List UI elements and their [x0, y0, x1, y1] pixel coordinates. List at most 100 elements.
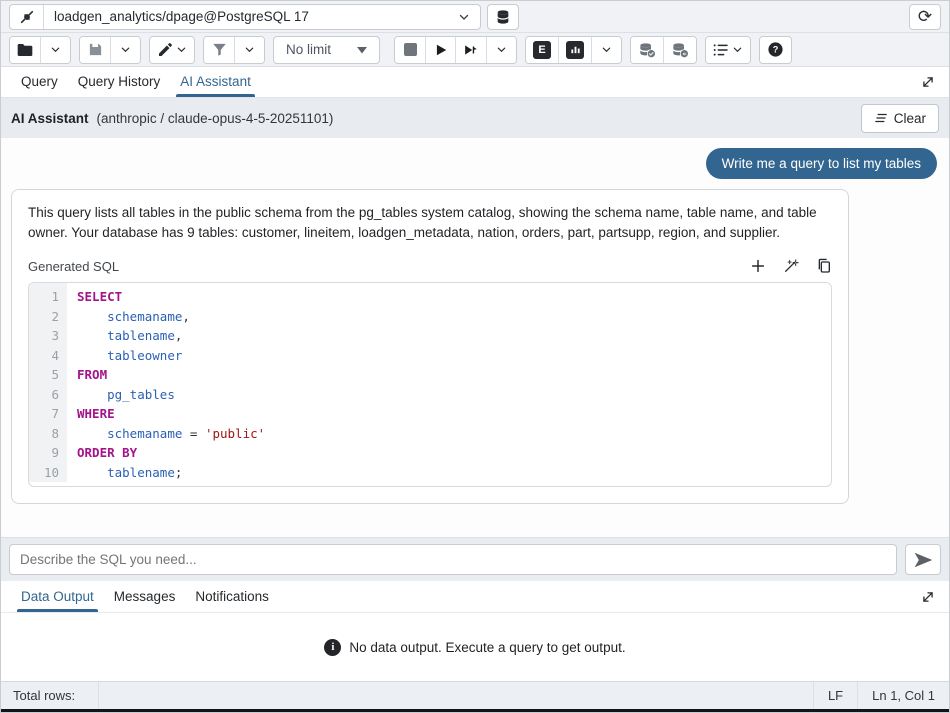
- line-number: 7: [29, 404, 67, 424]
- filter-icon: [212, 42, 227, 57]
- output-tabs: Data Output Messages Notifications: [1, 581, 949, 613]
- rollback-database-arrow-icon: [671, 42, 689, 58]
- chevron-down-icon: [176, 44, 187, 55]
- line-number: 1: [29, 287, 67, 307]
- explain-icon: E: [533, 41, 551, 59]
- execute-button[interactable]: [425, 37, 455, 63]
- magic-wand-icon[interactable]: [783, 258, 799, 274]
- reset-layout-button[interactable]: ⟳: [909, 4, 941, 30]
- rotate-refresh-icon: ⟳: [918, 8, 932, 25]
- status-bar: Total rows: LF Ln 1, Col 1: [1, 681, 949, 709]
- tab-query-history[interactable]: Query History: [68, 67, 171, 97]
- line-number: 9: [29, 443, 67, 463]
- execute-menu-button[interactable]: [486, 37, 516, 63]
- svg-text:?: ?: [773, 45, 779, 55]
- tab-messages[interactable]: Messages: [104, 582, 186, 612]
- sql-line: 5FROM: [29, 365, 831, 385]
- connection-plug-icon: [10, 5, 44, 29]
- help-icon: ?: [767, 41, 784, 58]
- commit-button[interactable]: [631, 37, 663, 63]
- filter-button[interactable]: [204, 37, 234, 63]
- play-cursor-icon: [463, 43, 479, 57]
- total-rows-label: Total rows:: [1, 682, 99, 709]
- line-number: 2: [29, 307, 67, 327]
- play-icon: [434, 43, 448, 57]
- line-number: 4: [29, 346, 67, 366]
- sql-line: 8 schemaname = 'public': [29, 424, 831, 444]
- empty-output-message: No data output. Execute a query to get o…: [349, 640, 625, 655]
- filter-menu-button[interactable]: [234, 37, 264, 63]
- clear-label: Clear: [894, 111, 926, 126]
- window-bottom-edge: [1, 709, 949, 712]
- sql-line: 6 pg_tables: [29, 385, 831, 405]
- row-limit-value: No limit: [286, 42, 331, 57]
- database-icon: [495, 9, 511, 25]
- send-icon: [914, 552, 932, 568]
- expand-panel-icon[interactable]: [921, 75, 939, 89]
- dropdown-triangle-icon: [357, 46, 367, 54]
- rollback-button[interactable]: [663, 37, 696, 63]
- eol-mode: LF: [813, 682, 857, 709]
- help-button[interactable]: ?: [760, 37, 791, 63]
- expand-output-icon[interactable]: [921, 590, 939, 604]
- open-file-menu-button[interactable]: [40, 37, 70, 63]
- generated-sql-label: Generated SQL: [28, 259, 119, 274]
- assistant-response-text: This query lists all tables in the publi…: [28, 203, 832, 243]
- prompt-row: [1, 537, 949, 581]
- explain-menu-button[interactable]: [591, 37, 621, 63]
- new-connection-button[interactable]: [487, 4, 519, 30]
- save-icon: [88, 42, 103, 57]
- cancel-query-button[interactable]: [395, 37, 425, 63]
- open-file-button[interactable]: [10, 37, 40, 63]
- explain-analyze-button[interactable]: [558, 37, 591, 63]
- line-number: 8: [29, 424, 67, 444]
- query-tool-tabs: Query Query History AI Assistant: [1, 67, 949, 98]
- send-button[interactable]: [905, 544, 941, 575]
- clear-button[interactable]: Clear: [861, 104, 939, 133]
- clear-icon: [874, 112, 888, 124]
- tab-data-output[interactable]: Data Output: [11, 582, 104, 612]
- line-number: 3: [29, 326, 67, 346]
- user-message-bubble: Write me a query to list my tables: [706, 148, 937, 179]
- explain-button[interactable]: E: [526, 37, 558, 63]
- sql-line: 1SELECT: [29, 283, 831, 307]
- save-button[interactable]: [80, 37, 110, 63]
- sql-code-block[interactable]: 1SELECT2 schemaname,3 tablename,4 tableo…: [28, 282, 832, 487]
- chevron-down-icon: [244, 44, 255, 55]
- execute-options-button[interactable]: [455, 37, 486, 63]
- ai-assistant-title: AI Assistant: [11, 111, 89, 126]
- row-limit-selector[interactable]: No limit: [273, 36, 380, 64]
- sql-line: 10 tablename;: [29, 463, 831, 487]
- query-toolbar: No limit E: [1, 33, 949, 67]
- data-output-panel: i No data output. Execute a query to get…: [1, 613, 949, 681]
- sql-code: 1SELECT2 schemaname,3 tablename,4 tableo…: [29, 283, 831, 486]
- info-icon: i: [324, 639, 341, 656]
- pencil-icon: [157, 42, 173, 58]
- line-number: 5: [29, 365, 67, 385]
- folder-icon: [17, 43, 33, 57]
- line-number: 10: [29, 463, 67, 483]
- chevron-down-icon: [732, 44, 743, 55]
- sql-line: 7WHERE: [29, 404, 831, 424]
- insert-sql-icon[interactable]: [750, 258, 766, 274]
- line-number: 6: [29, 385, 67, 405]
- macros-button[interactable]: [706, 37, 750, 63]
- sql-line: 2 schemaname,: [29, 307, 831, 327]
- edit-menu-button[interactable]: [150, 37, 194, 63]
- tab-ai-assistant[interactable]: AI Assistant: [170, 67, 261, 97]
- copy-icon[interactable]: [816, 258, 832, 274]
- chevron-down-icon: [496, 44, 507, 55]
- chevron-down-icon: [50, 44, 61, 55]
- chevron-down-icon: [120, 44, 131, 55]
- sql-line: 4 tableowner: [29, 346, 831, 366]
- tab-notifications[interactable]: Notifications: [185, 582, 279, 612]
- tab-query[interactable]: Query: [11, 67, 68, 97]
- chevron-down-icon: [601, 44, 612, 55]
- ai-model-info: (anthropic / claude-opus-4-5-20251101): [97, 111, 334, 126]
- save-menu-button[interactable]: [110, 37, 140, 63]
- sql-line: 3 tablename,: [29, 326, 831, 346]
- sql-line: 9ORDER BY: [29, 443, 831, 463]
- prompt-input[interactable]: [9, 544, 897, 575]
- explain-analyze-icon: [566, 41, 584, 59]
- connection-selector[interactable]: loadgen_analytics/dpage@PostgreSQL 17: [9, 4, 481, 30]
